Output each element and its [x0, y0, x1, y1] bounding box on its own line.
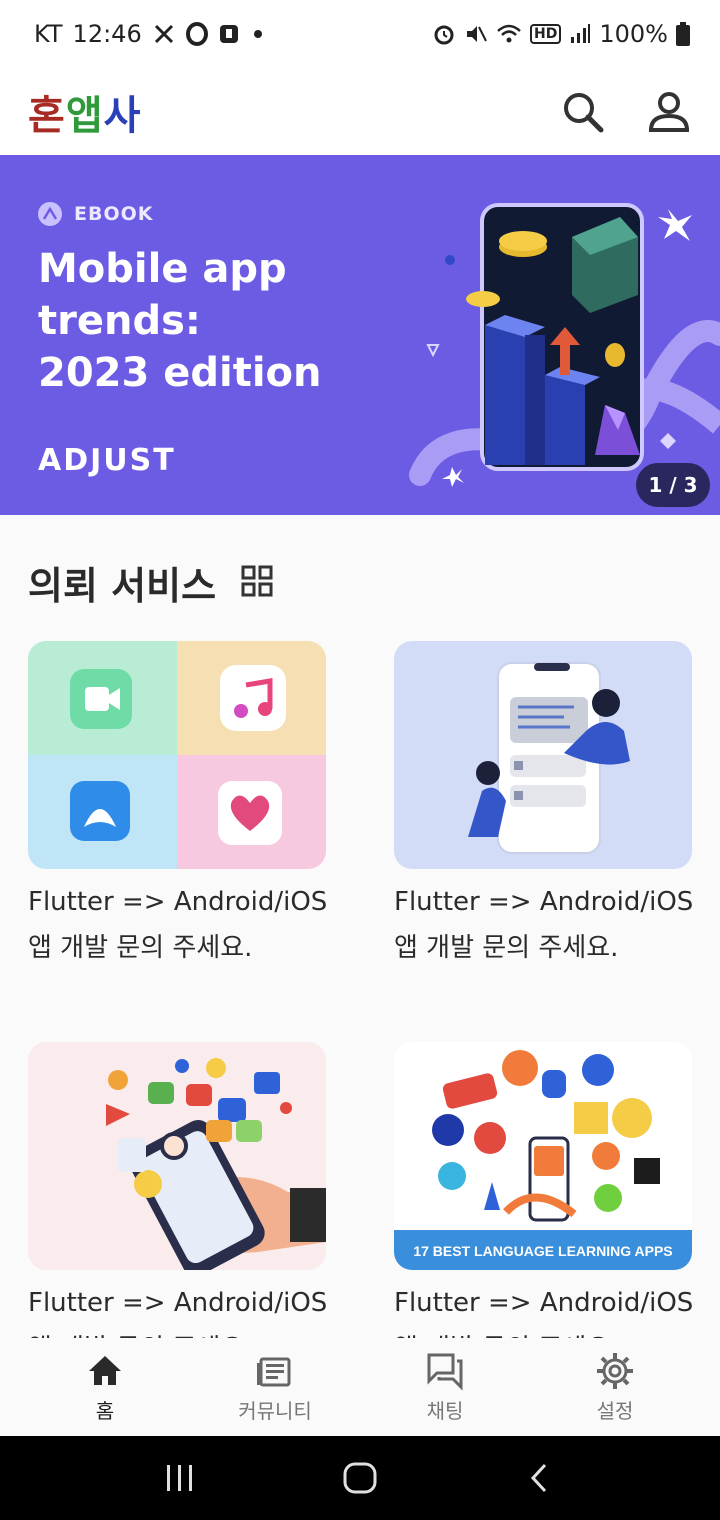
notification-icon	[218, 23, 240, 45]
back-icon	[530, 1463, 547, 1493]
grid-view-button[interactable]	[240, 564, 274, 602]
signal-icon	[569, 23, 591, 45]
ebook-tag-icon	[38, 202, 62, 226]
battery-icon	[676, 22, 690, 46]
service-card[interactable]: Flutter => Android/iOS 앱 개발 문의 주세요.	[28, 641, 328, 971]
app-title-part2: 앱	[65, 92, 104, 139]
section-header: 의뢰 서비스	[28, 555, 274, 610]
app-title: 혼 앱 사	[28, 83, 141, 141]
nav-home[interactable]: 홈	[35, 1351, 175, 1424]
recents-icon	[167, 1465, 192, 1491]
banner-pager: 1 / 3	[636, 463, 710, 507]
card-image-phone-chat	[394, 641, 692, 869]
language-apps-caption: 17 BEST LANGUAGE LEARNING APPS	[413, 1243, 672, 1259]
promo-banner[interactable]: EBOOK Mobile app trends: 2023 edition AD…	[0, 155, 720, 515]
home-circle-icon	[343, 1462, 377, 1494]
nav-home-label: 홈	[95, 1398, 115, 1423]
section-title: 의뢰 서비스	[28, 564, 217, 608]
banner-tag-label: EBOOK	[74, 203, 154, 225]
card-image-hand-phone	[28, 1042, 326, 1270]
app-bar: 혼 앱 사	[0, 68, 720, 155]
mute-icon	[464, 22, 488, 46]
search-button[interactable]	[560, 89, 606, 135]
app-title-part3: 사	[103, 92, 142, 139]
article-icon	[257, 1357, 291, 1386]
home-icon	[89, 1355, 121, 1385]
bottom-navigation: 홈 커뮤니티 채팅 설정	[0, 1338, 720, 1436]
status-bar: KT 12:46 HD 100%	[0, 0, 720, 68]
nav-settings-label: 설정	[596, 1398, 634, 1423]
dot-icon	[250, 26, 266, 42]
banner-headline: Mobile app trends: 2023 edition	[38, 246, 322, 396]
service-card[interactable]: Flutter => Android/iOS 앱 개발 문의 주세요.	[394, 641, 694, 971]
adjust-logo: ADJUST	[38, 443, 176, 478]
nav-community-label: 커뮤니티	[238, 1398, 312, 1423]
status-right: HD 100%	[432, 20, 690, 48]
clock: 12:46	[72, 20, 142, 48]
nav-community[interactable]: 커뮤니티	[205, 1351, 345, 1424]
app-title-part1: 혼	[28, 92, 66, 139]
recent-apps-button[interactable]	[145, 1448, 215, 1508]
service-card[interactable]: Flutter => Android/iOS 앱 개발 문의 주세요.	[28, 1042, 327, 1372]
opera-icon	[185, 22, 208, 46]
chat-icon	[427, 1353, 463, 1391]
home-button[interactable]	[325, 1448, 395, 1508]
banner-tag: EBOOK	[38, 202, 154, 226]
battery-percent: 100%	[599, 20, 668, 48]
tools-icon	[152, 22, 176, 46]
status-left: KT 12:46	[34, 20, 266, 48]
nav-settings[interactable]: 설정	[545, 1351, 685, 1424]
hd-icon: HD	[530, 24, 562, 44]
grid-icon	[241, 565, 273, 596]
app-actions	[560, 89, 692, 135]
card-description: Flutter => Android/iOS 앱 개발 문의 주세요.	[28, 887, 328, 963]
card-description: Flutter => Android/iOS 앱 개발 문의 주세요.	[394, 887, 694, 963]
nav-chat[interactable]: 채팅	[375, 1351, 515, 1424]
wifi-icon	[496, 23, 522, 45]
back-button[interactable]	[505, 1448, 575, 1508]
nav-chat-label: 채팅	[426, 1398, 464, 1423]
service-card[interactable]: 17 BEST LANGUAGE LEARNING APPS Flutter =…	[394, 1042, 693, 1372]
search-icon	[564, 92, 604, 132]
person-icon	[648, 91, 690, 132]
profile-button[interactable]	[646, 89, 692, 135]
alarm-icon	[432, 22, 456, 46]
gear-icon	[597, 1352, 633, 1389]
carrier-label: KT	[34, 20, 63, 48]
system-navigation-bar	[0, 1436, 720, 1520]
card-image-app-icons	[28, 641, 326, 869]
card-image-language-apps: 17 BEST LANGUAGE LEARNING APPS	[394, 1042, 692, 1270]
